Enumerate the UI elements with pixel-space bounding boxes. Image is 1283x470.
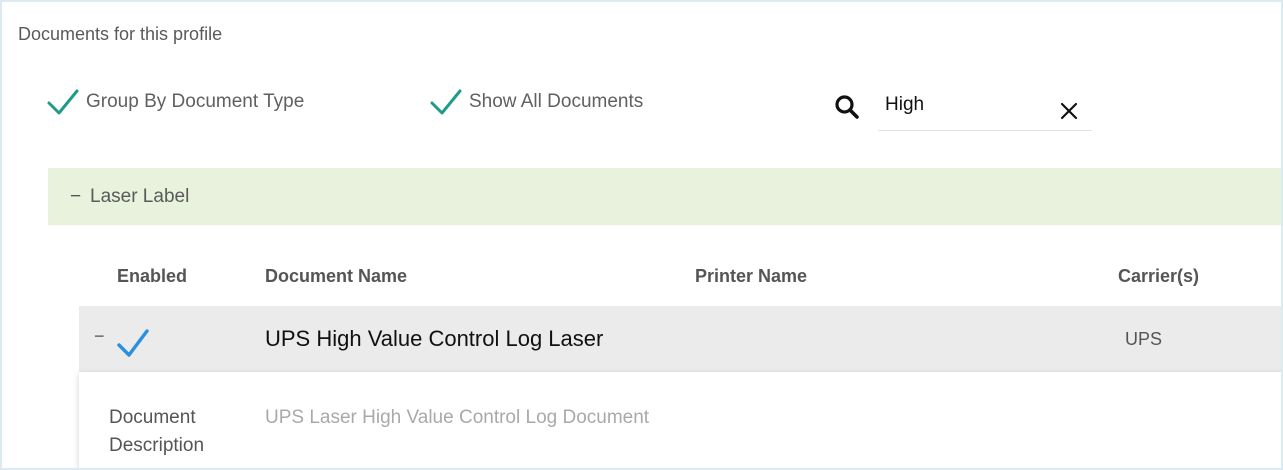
close-icon[interactable] [1060,102,1078,120]
group-header-laser-label[interactable]: − Laser Label [48,168,1281,225]
search-input[interactable] [885,90,1045,120]
column-header-document-name: Document Name [265,266,408,286]
document-description-value: UPS Laser High Value Control Log Documen… [265,407,650,428]
section-title: Documents for this profile [18,24,223,44]
carrier-name: UPS [1125,329,1163,349]
column-header-carriers: Carrier(s) [1118,266,1200,286]
check-icon [47,89,79,115]
check-icon [430,89,462,115]
check-icon[interactable] [115,326,151,360]
search-icon[interactable] [834,94,860,120]
row-collapse-toggle[interactable]: − [94,326,105,347]
search-field [878,82,1092,131]
document-description-label: Document Description [109,407,205,456]
documents-panel: Documents for this profile Group By Docu… [0,0,1283,470]
column-header-enabled: Enabled [117,266,188,286]
show-all-label: Show All Documents [469,91,644,112]
column-header-printer-name: Printer Name [695,266,808,286]
group-by-label: Group By Document Type [86,91,305,112]
table-row[interactable]: − UPS High Value Control Log Laser UPS [79,306,1281,372]
group-by-document-type-toggle[interactable]: Group By Document Type [46,86,304,118]
document-name: UPS High Value Control Log Laser [265,326,604,351]
group-label: Laser Label [90,185,190,207]
collapse-toggle[interactable]: − [70,186,86,208]
document-detail-panel: Document Description UPS Laser High Valu… [79,372,1281,468]
show-all-documents-toggle[interactable]: Show All Documents [429,86,643,118]
